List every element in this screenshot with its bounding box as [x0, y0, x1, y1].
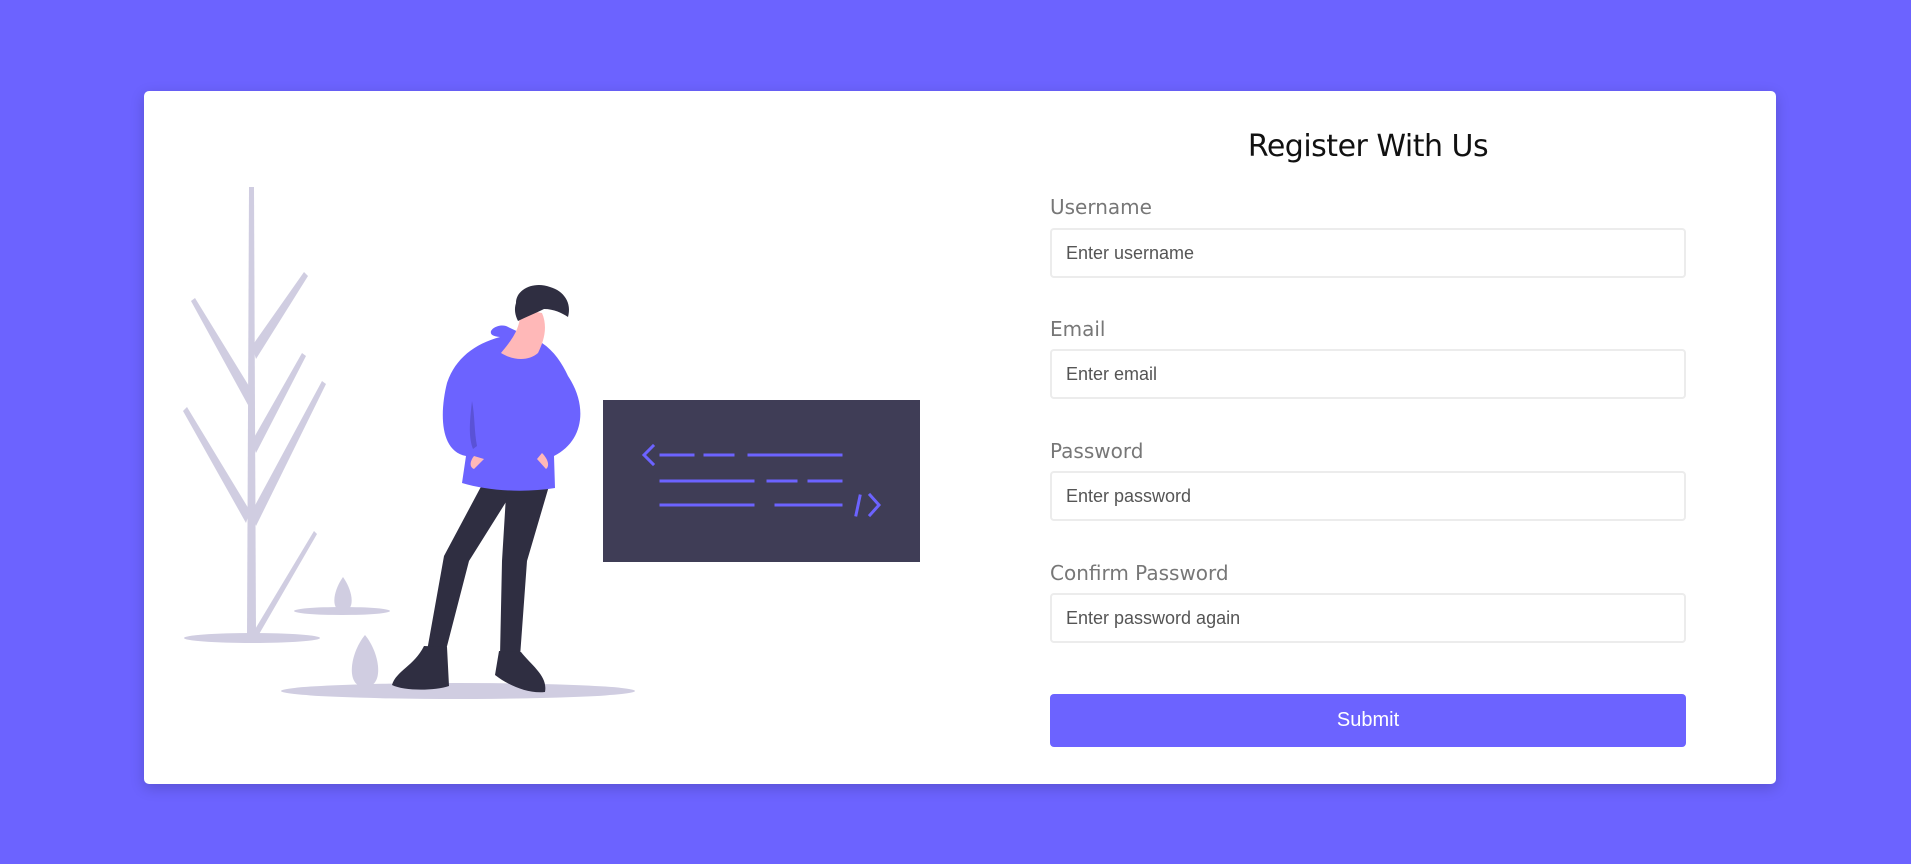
- registration-form: Register With Us Username Email Password…: [1050, 91, 1686, 784]
- confirm-password-label: Confirm Password: [1050, 561, 1229, 585]
- register-card: Register With Us Username Email Password…: [144, 91, 1776, 784]
- password-input[interactable]: [1050, 471, 1686, 521]
- username-input[interactable]: [1050, 228, 1686, 278]
- submit-button[interactable]: Submit: [1050, 694, 1686, 747]
- username-label: Username: [1050, 195, 1152, 219]
- confirm-password-input[interactable]: [1050, 593, 1686, 643]
- developer-illustration: [144, 91, 964, 784]
- form-title: Register With Us: [1247, 129, 1489, 164]
- email-input[interactable]: [1050, 349, 1686, 399]
- email-label: Email: [1050, 317, 1106, 341]
- developer-illustration-icon: [183, 187, 920, 699]
- password-label: Password: [1050, 439, 1144, 463]
